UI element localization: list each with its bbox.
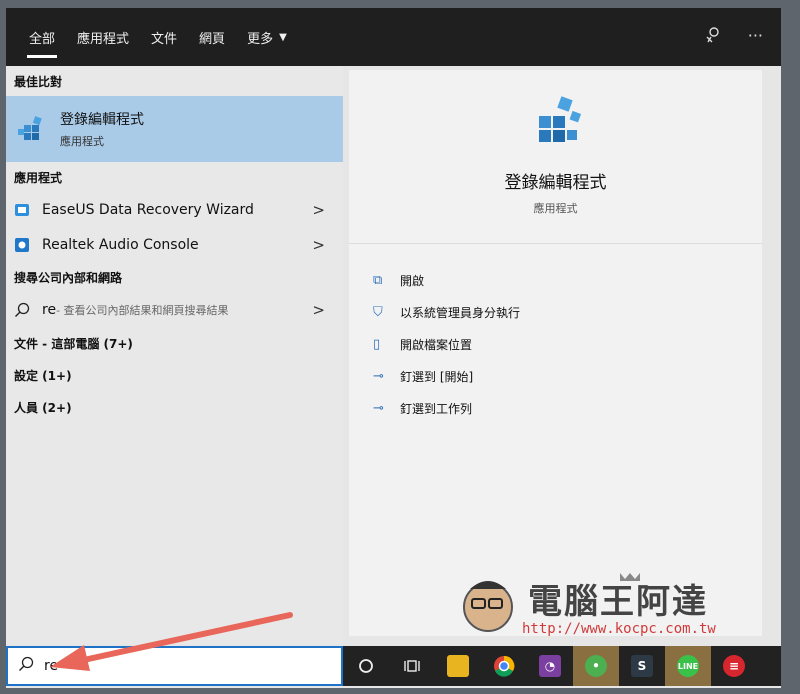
- tab-apps[interactable]: 應用程式: [66, 8, 140, 66]
- annotation-arrow: [50, 612, 293, 671]
- taskbar: ◔ • S LINE ≡: [343, 646, 781, 686]
- task-view-icon[interactable]: [389, 646, 435, 686]
- search-icon: [15, 302, 30, 317]
- app-label: EaseUS Data Recovery Wizard: [42, 201, 254, 218]
- regedit-large-icon: [539, 96, 582, 142]
- chevron-down-icon: ▼: [279, 31, 287, 43]
- tab-label: 網頁: [199, 31, 226, 47]
- action-label: 釘選到工作列: [400, 402, 473, 416]
- line-icon[interactable]: LINE: [665, 646, 711, 686]
- list-item[interactable]: Realtek Audio Console >: [6, 227, 343, 262]
- web-query: re: [42, 301, 57, 318]
- documents-category[interactable]: 文件 - 這部電腦 (7+): [6, 327, 343, 359]
- watermark-url: http://www.kocpc.com.tw: [522, 621, 716, 637]
- best-match-subtitle: 應用程式: [60, 135, 104, 148]
- chrome-icon[interactable]: [481, 646, 527, 686]
- action-label: 開啟: [400, 274, 425, 288]
- feedback-icon[interactable]: [704, 26, 722, 48]
- tab-label: 全部: [29, 31, 56, 47]
- tab-label: 應用程式: [77, 31, 130, 47]
- more-options-icon[interactable]: ···: [748, 26, 763, 48]
- web-search-header: 搜尋公司內部和網路: [14, 270, 123, 285]
- web-search-item[interactable]: re - 查看公司內部結果和網頁搜尋結果 >: [6, 292, 343, 327]
- file-location-icon: ▯: [373, 337, 381, 352]
- regedit-icon: [18, 116, 42, 140]
- preview-panel: 登錄編輯程式 應用程式 ⧉ 開啟 ⛉ 以系統管理員身分執行 ▯ 開啟檔案位置 ⊸ 釘選到…: [349, 70, 762, 636]
- open-icon: ⧉: [373, 273, 383, 288]
- chevron-right-icon[interactable]: >: [312, 301, 325, 319]
- action-open[interactable]: ⧉ 開啟: [373, 272, 424, 289]
- shield-run-icon: ⛉: [373, 305, 383, 320]
- cortana-icon[interactable]: [343, 646, 389, 686]
- pin-start-icon: ⊸: [373, 369, 384, 384]
- pin-taskbar-icon: ⊸: [373, 401, 384, 416]
- action-label: 釘選到 [開始]: [400, 370, 474, 384]
- best-match-title: 登錄編輯程式: [60, 112, 144, 128]
- tab-label: 文件: [151, 31, 178, 47]
- action-open-file-location[interactable]: ▯ 開啟檔案位置: [373, 336, 472, 353]
- action-label: 開啟檔案位置: [400, 338, 473, 352]
- results-panel: 最佳比對 登錄編輯程式 應用程式 應用程式 EaseUS Data Recove…: [6, 66, 343, 644]
- action-pin-taskbar[interactable]: ⊸ 釘選到工作列: [373, 400, 472, 417]
- easeus-icon: [15, 203, 29, 216]
- action-pin-start[interactable]: ⊸ 釘選到 [開始]: [373, 368, 473, 385]
- list-item[interactable]: EaseUS Data Recovery Wizard >: [6, 192, 343, 227]
- apps-header: 應用程式: [14, 170, 63, 185]
- tab-web[interactable]: 網頁: [188, 8, 236, 66]
- app-purple-icon[interactable]: ◔: [527, 646, 573, 686]
- tab-more[interactable]: 更多 ▼: [236, 8, 298, 66]
- best-match-header: 最佳比對: [14, 74, 63, 89]
- action-label: 以系統管理員身分執行: [400, 306, 521, 320]
- search-tab-bar: 全部 應用程式 文件 網頁 更多 ▼ ···: [6, 8, 781, 66]
- divider: [349, 243, 762, 244]
- preview-title: 登錄編輯程式: [504, 173, 607, 193]
- realtek-icon: [15, 237, 29, 252]
- tab-all[interactable]: 全部: [18, 8, 66, 66]
- app-s-icon[interactable]: S: [619, 646, 665, 686]
- app-keepass-icon[interactable]: •: [573, 646, 619, 686]
- web-query-hint: - 查看公司內部結果和網頁搜尋結果: [56, 303, 229, 317]
- chevron-right-icon[interactable]: >: [312, 201, 325, 219]
- app-label: Realtek Audio Console: [42, 236, 199, 253]
- file-explorer-icon[interactable]: [435, 646, 481, 686]
- settings-category[interactable]: 設定 (1+): [6, 359, 343, 391]
- expressvpn-icon[interactable]: ≡: [711, 646, 757, 686]
- search-icon: [18, 656, 34, 676]
- best-match-item[interactable]: 登錄編輯程式 應用程式: [6, 96, 343, 162]
- tab-documents[interactable]: 文件: [140, 8, 188, 66]
- chevron-right-icon[interactable]: >: [312, 236, 325, 254]
- watermark-text: 電腦王阿達: [528, 582, 708, 622]
- preview-subtitle: 應用程式: [533, 202, 578, 215]
- tab-label: 更多: [247, 31, 274, 47]
- action-run-as-admin[interactable]: ⛉ 以系統管理員身分執行: [373, 304, 520, 321]
- people-category[interactable]: 人員 (2+): [6, 391, 343, 423]
